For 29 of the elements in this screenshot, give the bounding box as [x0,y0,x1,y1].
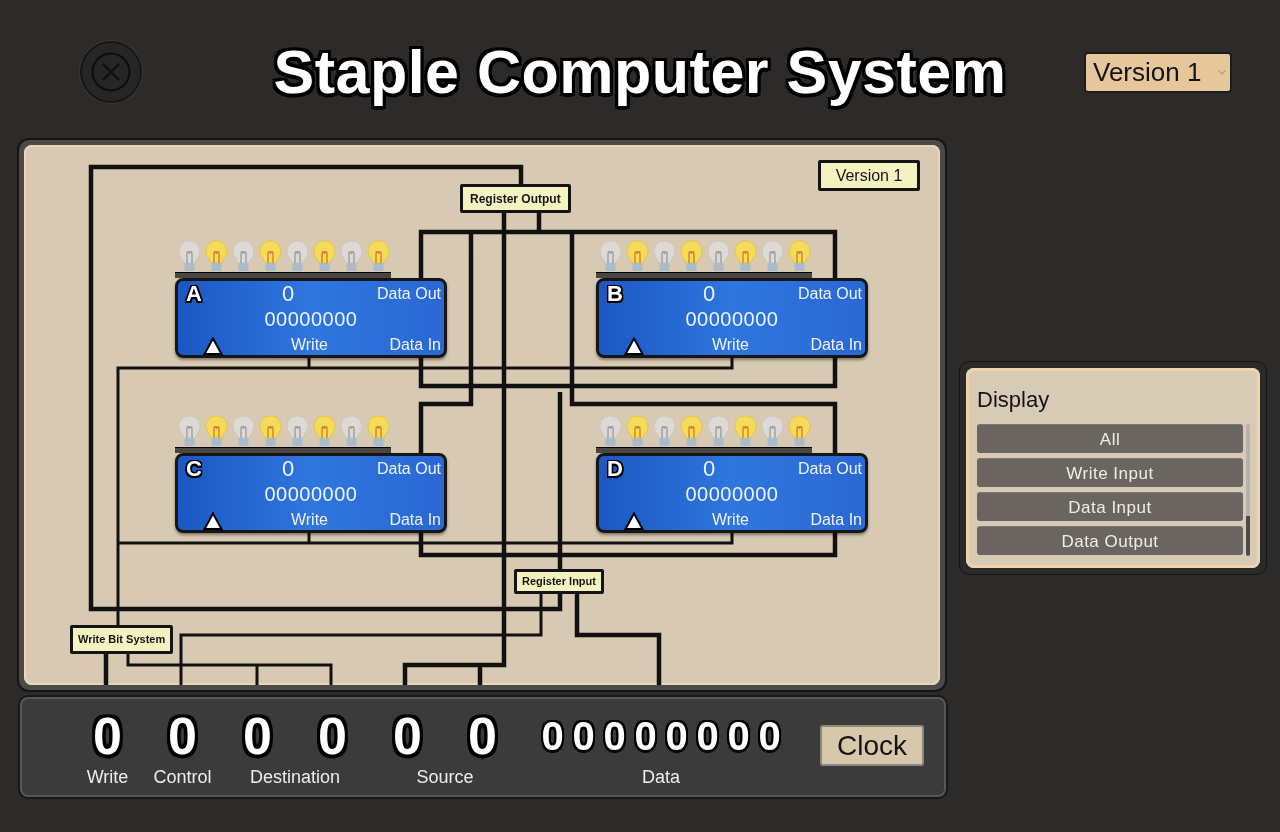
digit-toggle[interactable]: 0 [693,714,722,758]
chevron-down-icon [1218,69,1226,75]
version-dropdown[interactable]: Version 1 [1084,51,1232,93]
digit-toggle[interactable]: 0 [238,709,277,763]
field-label: Source [416,766,474,788]
field-label: Control [153,766,212,788]
digit-toggle[interactable]: 0 [163,709,202,763]
scrollbar[interactable] [1246,424,1250,556]
field-label: Data [642,766,680,788]
digit-toggle[interactable]: 0 [662,714,691,758]
digit-toggle[interactable]: 0 [755,714,784,758]
display-option[interactable]: All [977,424,1243,453]
digit-toggle[interactable]: 0 [388,709,427,763]
close-icon [91,52,131,92]
digit-toggle[interactable]: 0 [724,714,753,758]
display-option[interactable]: Data Output [977,526,1243,555]
digit-toggle[interactable]: 0 [600,714,629,758]
display-option[interactable]: Write Input [977,458,1243,487]
clock-button[interactable]: Clock [820,725,924,766]
digit-toggle[interactable]: 0 [538,714,567,758]
digit-toggle[interactable]: 0 [569,714,598,758]
digit-toggle[interactable]: 0 [631,714,660,758]
field-label: Destination [249,766,341,788]
digit-toggle[interactable]: 0 [88,709,127,763]
panel-title: Display [977,388,1051,412]
digit-toggle[interactable]: 0 [463,709,502,763]
digit-toggle[interactable]: 0 [313,709,352,763]
field-label: Write [86,766,129,788]
display-option[interactable]: Data Input [977,492,1243,521]
